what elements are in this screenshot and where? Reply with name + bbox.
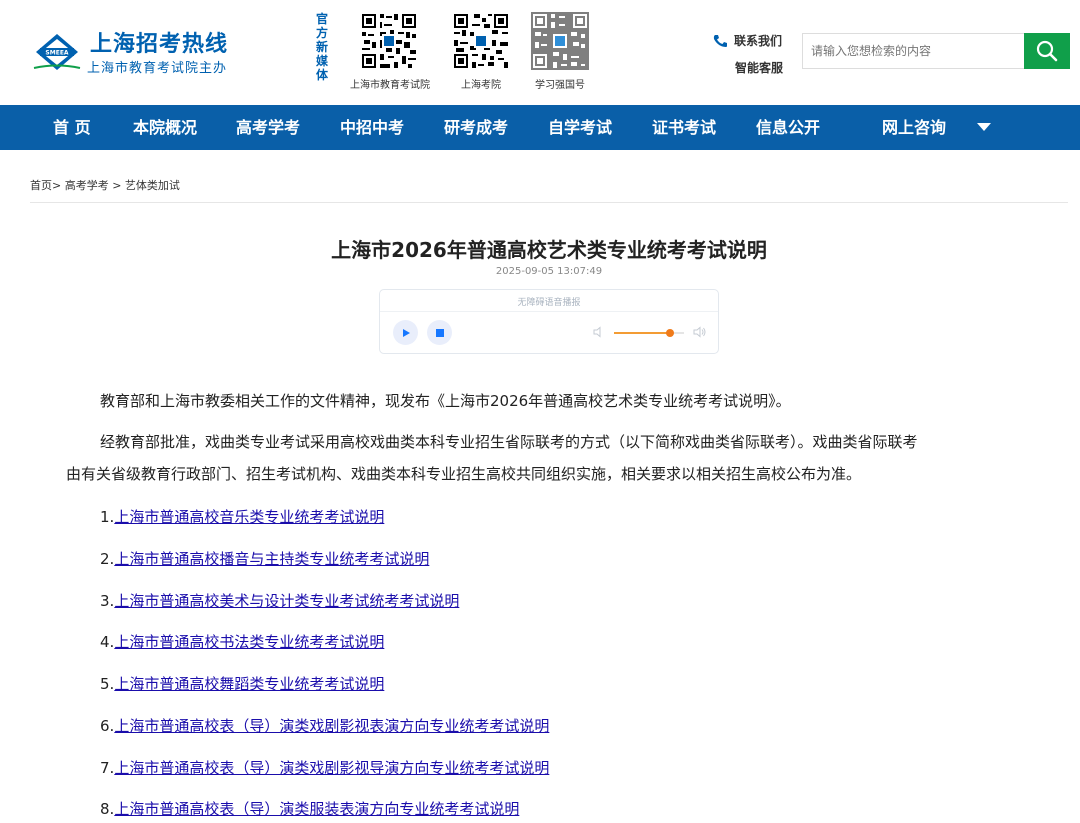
- nav-item-gaokao[interactable]: 高考学考: [236, 105, 300, 150]
- list-item: 4.上海市普通高校书法类专业统考考试说明: [100, 631, 384, 653]
- article-date: 2025-09-05 13:07:49: [495, 266, 603, 277]
- nav-item-zhongkao[interactable]: 中招中考: [340, 105, 404, 150]
- nav-item-about[interactable]: 本院概况: [133, 105, 197, 150]
- media-char: 方: [315, 26, 328, 40]
- link-number: 1.: [100, 508, 115, 526]
- stop-button[interactable]: [427, 320, 452, 345]
- doc-link[interactable]: 上海市普通高校表（导）演类服装表演方向专业统考考试说明: [114, 800, 519, 818]
- list-item: 5.上海市普通高校舞蹈类专业统考考试说明: [100, 673, 384, 695]
- link-number: 8.: [100, 800, 115, 818]
- media-char: 官: [315, 12, 328, 26]
- volume-thumb[interactable]: [666, 329, 674, 337]
- contact-label: 联系我们: [734, 34, 783, 48]
- search-input[interactable]: [802, 33, 1024, 69]
- list-item: 2.上海市普通高校播音与主持类专业统考考试说明: [100, 548, 429, 570]
- link-number: 4.: [100, 633, 115, 651]
- logo-mark-text: SMEEA: [45, 50, 68, 57]
- qr-caption: 学习强国号: [535, 80, 585, 91]
- article-paragraph: 教育部和上海市教委相关工作的文件精神，现发布《上海市2026年普通高校艺术类专业…: [100, 392, 791, 410]
- nav-item-info[interactable]: 信息公开: [756, 105, 820, 150]
- chevron-down-icon[interactable]: [977, 123, 991, 131]
- doc-link[interactable]: 上海市普通高校表（导）演类戏剧影视表演方向专业统考考试说明: [114, 717, 549, 735]
- doc-link[interactable]: 上海市普通高校舞蹈类专业统考考试说明: [114, 675, 384, 693]
- contact-link[interactable]: 联系我们: [712, 32, 792, 49]
- volume-low-icon[interactable]: [593, 326, 605, 338]
- divider: [30, 202, 1068, 203]
- smart-service-link[interactable]: 智能客服: [712, 59, 792, 76]
- divider: [380, 311, 718, 312]
- list-item: 7.上海市普通高校表（导）演类戏剧影视导演方向专业统考考试说明: [100, 757, 549, 779]
- nav-item-consult[interactable]: 网上咨询: [882, 105, 946, 150]
- site-logo[interactable]: SMEEA 上海招考热线 上海市教育考试院主办: [32, 26, 232, 76]
- volume-high-icon[interactable]: [693, 326, 707, 338]
- list-item: 6.上海市普通高校表（导）演类戏剧影视表演方向专业统考考试说明: [100, 715, 549, 737]
- doc-link[interactable]: 上海市普通高校音乐类专业统考考试说明: [114, 508, 384, 526]
- nav-item-home[interactable]: 首 页: [53, 105, 91, 150]
- logo-subtitle: 上海市教育考试院主办: [87, 61, 228, 76]
- article-paragraph: 经教育部批准，戏曲类专业考试采用高校戏曲类本科专业招生省际联考的方式（以下简称戏…: [100, 433, 918, 451]
- search-icon: [1036, 40, 1058, 62]
- qr-caption: 上海考院: [461, 80, 501, 91]
- contact-area: 联系我们 智能客服: [712, 32, 792, 76]
- link-number: 5.: [100, 675, 115, 693]
- doc-link[interactable]: 上海市普通高校播音与主持类专业统考考试说明: [114, 550, 429, 568]
- nav-item-zixue[interactable]: 自学考试: [548, 105, 612, 150]
- breadcrumb[interactable]: 首页> 高考学考 > 艺体类加试: [30, 177, 180, 193]
- volume-slider[interactable]: [614, 329, 684, 337]
- nav-item-yankao[interactable]: 研考成考: [444, 105, 508, 150]
- audio-player: 无障碍语音播报: [379, 289, 719, 354]
- list-item: 3.上海市普通高校美术与设计类专业考试统考考试说明: [100, 590, 459, 612]
- media-char: 新: [315, 40, 328, 54]
- qr-code-icon[interactable]: [360, 12, 418, 70]
- link-number: 7.: [100, 759, 115, 777]
- volume-fill: [614, 332, 670, 334]
- link-number: 2.: [100, 550, 115, 568]
- play-icon: [402, 328, 410, 337]
- doc-link[interactable]: 上海市普通高校美术与设计类专业考试统考考试说明: [114, 592, 459, 610]
- play-button[interactable]: [393, 320, 418, 345]
- search-button[interactable]: [1024, 33, 1070, 69]
- doc-link[interactable]: 上海市普通高校表（导）演类戏剧影视导演方向专业统考考试说明: [114, 759, 549, 777]
- smeea-logo-icon: SMEEA: [33, 34, 81, 70]
- main-nav: 首 页 本院概况 高考学考 中招中考 研考成考 自学考试 证书考试 信息公开 网…: [0, 105, 1080, 150]
- qr-code-icon[interactable]: [531, 12, 589, 70]
- list-item: 8.上海市普通高校表（导）演类服装表演方向专业统考考试说明: [100, 798, 519, 820]
- article-title: 上海市2026年普通高校艺术类专业统考考试说明: [331, 238, 767, 262]
- media-char: 媒: [315, 54, 328, 68]
- logo-title: 上海招考热线: [90, 32, 229, 57]
- qr-code-icon[interactable]: [452, 12, 510, 70]
- link-number: 6.: [100, 717, 115, 735]
- list-item: 1.上海市普通高校音乐类专业统考考试说明: [100, 506, 384, 528]
- phone-icon: [713, 34, 727, 47]
- site-header: SMEEA 上海招考热线 上海市教育考试院主办 官 方 新 媒 体 上海市教育考…: [0, 0, 1080, 105]
- media-char: 体: [315, 68, 328, 82]
- stop-icon: [435, 328, 444, 337]
- link-number: 3.: [100, 592, 115, 610]
- nav-item-certificate[interactable]: 证书考试: [652, 105, 716, 150]
- qr-caption: 上海市教育考试院: [350, 80, 430, 91]
- article-paragraph: 由有关省级教育行政部门、招生考试机构、戏曲类本科专业招生高校共同组织实施，相关要…: [66, 465, 862, 483]
- doc-link[interactable]: 上海市普通高校书法类专业统考考试说明: [114, 633, 384, 651]
- official-media-label: 官 方 新 媒 体: [314, 12, 330, 82]
- player-label: 无障碍语音播报: [517, 298, 581, 308]
